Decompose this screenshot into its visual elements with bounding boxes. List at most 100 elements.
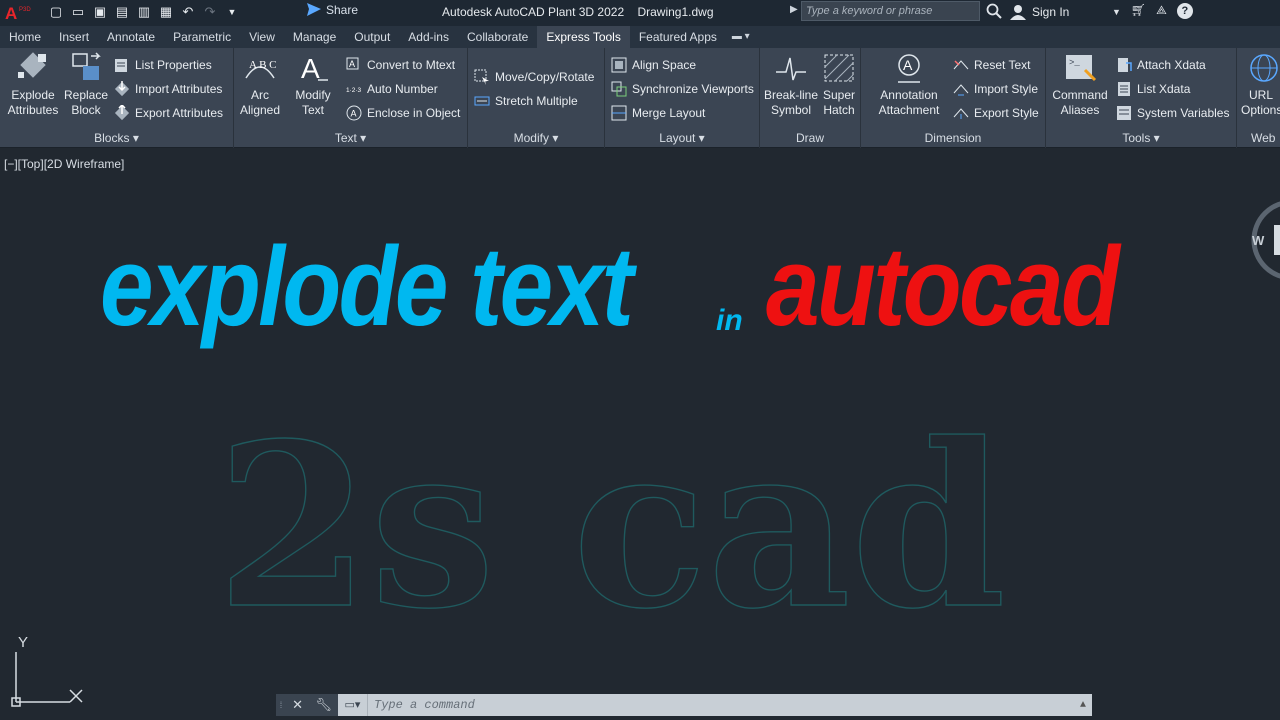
command-input[interactable]: ▭▾ Type a command ▲ (338, 694, 1092, 716)
ribbon-options-icon[interactable]: ▬ ▾ (732, 26, 750, 48)
list-xdata-icon (1118, 82, 1130, 96)
tab-home[interactable]: Home (0, 26, 50, 48)
new-file-icon[interactable]: ▢ (48, 3, 64, 21)
arc-aligned-button[interactable]: A B C Arc Aligned (238, 52, 282, 118)
share-button[interactable]: Share (306, 3, 358, 17)
help-icon[interactable]: ? (1176, 3, 1193, 19)
autodesk-app-icon[interactable]: ⟁ (1156, 3, 1167, 21)
url-options-label: URL Options (1241, 88, 1280, 117)
tab-collaborate[interactable]: Collaborate (458, 26, 537, 48)
viewport-controls[interactable]: [−][Top][2D Wireframe] (4, 157, 124, 171)
tab-express-tools[interactable]: Express Tools (537, 26, 630, 48)
search-icon[interactable] (986, 3, 1002, 19)
list-xdata-label: List Xdata (1137, 82, 1191, 96)
merge-layout-label: Merge Layout (632, 106, 706, 120)
panel-layout-title[interactable]: Layout ▾ (605, 131, 759, 145)
tab-parametric[interactable]: Parametric (164, 26, 240, 48)
export-attributes-button[interactable]: Export Attributes (114, 104, 223, 122)
export-style-label: Export Style (974, 106, 1039, 120)
move-copy-rotate-button[interactable]: Move/Copy/Rotate (474, 68, 594, 86)
attach-xdata-button[interactable]: Attach Xdata (1116, 56, 1206, 74)
break-line-symbol-icon (776, 57, 806, 81)
panel-tools: >_ Command Aliases Attach Xdata List Xda… (1046, 48, 1237, 148)
system-variables-label: System Variables (1137, 106, 1230, 120)
import-style-icon (953, 84, 969, 96)
panel-modify: Move/Copy/Rotate Stretch Multiple Modify… (468, 48, 605, 148)
annotation-attachment-button[interactable]: A Annotation Attachment (869, 52, 949, 118)
search-expand-icon[interactable]: ▶ (790, 4, 798, 15)
ucs-axis-icon: Y (11, 634, 83, 707)
explode-attributes-button[interactable]: Explode Attributes (6, 52, 60, 118)
cart-icon[interactable]: 🛒︎ (1131, 3, 1146, 21)
convert-to-mtext-icon: A (346, 57, 359, 70)
command-prompt-icon[interactable]: ▭▾ (338, 694, 368, 716)
wrench-icon[interactable]: 🔧︎ (315, 697, 332, 713)
import-attributes-button[interactable]: Import Attributes (114, 80, 222, 98)
tab-annotate[interactable]: Annotate (98, 26, 164, 48)
replace-block-button[interactable]: Replace Block (60, 52, 112, 118)
panel-tools-title[interactable]: Tools ▾ (1046, 131, 1236, 145)
break-line-symbol-button[interactable]: Break-line Symbol (762, 52, 820, 118)
auto-number-label: Auto Number (367, 82, 438, 96)
svg-text:A: A (5, 4, 17, 23)
attach-xdata-icon (1118, 58, 1132, 72)
panel-blocks-title[interactable]: Blocks ▾ (0, 131, 233, 145)
share-icon (307, 3, 321, 16)
command-aliases-icon: >_ (1066, 55, 1097, 82)
tab-view[interactable]: View (240, 26, 284, 48)
redo-icon[interactable]: ↷ (202, 3, 218, 21)
save-as-icon[interactable]: ▤ (114, 3, 130, 21)
open-folder-icon[interactable]: ▭ (70, 3, 86, 21)
command-history-icon[interactable]: ▲ (1074, 700, 1092, 711)
super-hatch-label: Super Hatch (822, 88, 856, 117)
search-input[interactable]: Type a keyword or phrase (801, 1, 980, 21)
tab-add-ins[interactable]: Add-ins (399, 26, 458, 48)
modify-text-button[interactable]: A Modify Text (290, 52, 336, 118)
signin-dropdown-icon[interactable]: ▼ (1112, 3, 1121, 21)
url-options-button[interactable]: URL Options (1241, 52, 1280, 118)
super-hatch-button[interactable]: Super Hatch (820, 52, 858, 118)
qat-dropdown-icon[interactable]: ▼ (224, 3, 240, 21)
attach-xdata-label: Attach Xdata (1137, 58, 1206, 72)
system-variables-icon (1117, 106, 1131, 120)
enclose-in-object-button[interactable]: A Enclose in Object (346, 104, 460, 122)
arc-aligned-icon: A B C (245, 59, 277, 79)
import-style-button[interactable]: Import Style (953, 80, 1038, 98)
align-space-button[interactable]: Align Space (611, 56, 696, 74)
system-variables-button[interactable]: System Variables (1116, 104, 1229, 122)
command-aliases-button[interactable]: >_ Command Aliases (1050, 52, 1110, 118)
enclose-in-object-label: Enclose in Object (367, 106, 461, 120)
panel-web-title: Web (1251, 131, 1276, 145)
merge-layout-button[interactable]: Merge Layout (611, 104, 705, 122)
explode-attributes-label: Explode Attributes (7, 88, 59, 117)
tab-manage[interactable]: Manage (284, 26, 345, 48)
export-style-button[interactable]: Export Style (953, 104, 1039, 122)
sign-in-button[interactable]: Sign In (1010, 4, 1069, 20)
tab-output[interactable]: Output (345, 26, 399, 48)
viewcube-compass-icon[interactable]: W (1248, 195, 1280, 285)
synchronize-viewports-button[interactable]: Synchronize Viewports (611, 80, 754, 98)
svg-text:Y: Y (18, 634, 28, 651)
headline-in: in (716, 304, 743, 337)
save-icon[interactable]: ▣ (92, 3, 108, 21)
plot-icon[interactable]: ▥ (136, 3, 152, 21)
svg-text:W: W (1252, 233, 1265, 248)
close-icon[interactable]: ✕ (292, 697, 303, 713)
panel-text-title[interactable]: Text ▾ (234, 131, 467, 145)
tab-featured-apps[interactable]: Featured Apps (630, 26, 726, 48)
undo-icon[interactable]: ↶ (180, 3, 196, 21)
exploded-outline-text[interactable]: 2s cad (214, 418, 1014, 618)
list-properties-button[interactable]: List Properties (114, 56, 212, 74)
panel-modify-title[interactable]: Modify ▾ (468, 131, 604, 145)
print-icon[interactable]: ▦ (158, 3, 174, 21)
headline-autocad: autocad (766, 224, 1120, 349)
convert-to-mtext-button[interactable]: A Convert to Mtext (346, 56, 455, 74)
tab-insert[interactable]: Insert (50, 26, 98, 48)
command-line-grip[interactable]: ⁞ (276, 694, 286, 716)
auto-number-button[interactable]: 1·2·3 Auto Number (346, 80, 438, 98)
stretch-multiple-button[interactable]: Stretch Multiple (474, 92, 578, 110)
autocad-logo-icon[interactable]: A P3D (4, 2, 40, 24)
list-xdata-button[interactable]: List Xdata (1116, 80, 1190, 98)
headline-text: explode text in autocad (100, 222, 1200, 372)
reset-text-button[interactable]: Reset Text (953, 56, 1030, 74)
